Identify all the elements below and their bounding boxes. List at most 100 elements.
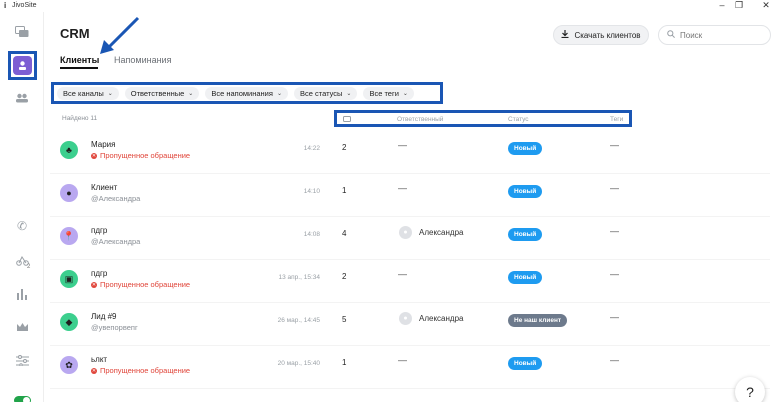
avatar: ♣ xyxy=(60,141,78,159)
row-subtitle: @увепорвепг xyxy=(91,323,138,332)
responsible-empty: — xyxy=(398,355,407,365)
row-subtitle: @Александра xyxy=(91,237,140,246)
settings-sliders-icon[interactable] xyxy=(14,352,30,368)
chevron-down-icon: ⌄ xyxy=(107,90,113,97)
last-activity-time: 14:10 xyxy=(303,188,320,195)
tags-empty: — xyxy=(610,355,619,365)
status-badge[interactable]: Новый xyxy=(508,271,543,284)
sidebar: ✆ 2 xyxy=(0,12,44,402)
help-button[interactable]: ? xyxy=(735,377,765,402)
row-subtitle: ✕ Пропущенное обращение xyxy=(91,366,190,375)
crm-icon xyxy=(13,56,32,75)
client-name[interactable]: Мария xyxy=(91,140,115,149)
last-activity-time: 20 мар., 15:40 xyxy=(277,360,320,367)
filter-bar: Все каналы ⌄ Ответственные ⌄ Все напоминан… xyxy=(51,82,443,104)
row-subtitle-text: @Александра xyxy=(91,194,141,203)
last-activity-time: 14:22 xyxy=(303,145,320,152)
missed-icon: ✕ xyxy=(91,281,97,288)
column-tags[interactable]: Теги xyxy=(610,116,623,123)
crown-icon[interactable] xyxy=(14,319,30,335)
filter-label: Все каналы xyxy=(63,88,104,98)
avatar: ● xyxy=(60,184,78,202)
search-icon xyxy=(667,30,675,40)
missed-icon: ✕ xyxy=(91,152,97,159)
avatar: ▣ xyxy=(60,270,78,288)
table-row[interactable]: ♣ Мария ✕ Пропущенное обращение 14:22 2 —… xyxy=(50,131,770,174)
status-badge[interactable]: Новый xyxy=(508,185,543,198)
last-activity-time: 26 мар., 14:45 xyxy=(277,317,320,324)
status-badge[interactable]: Новый xyxy=(508,228,543,241)
tags-empty: — xyxy=(610,269,619,279)
tab-reminders[interactable]: Напоминания xyxy=(114,55,171,65)
table-row[interactable]: ● Клиент @Александра 14:10 1 — Новый — xyxy=(50,174,770,217)
table-row[interactable]: ✿ ьлкт ✕ Пропущенное обращение 20 мар., 1… xyxy=(50,346,770,389)
window-title: JivoSite xyxy=(12,2,37,9)
client-name[interactable]: пдгр xyxy=(91,226,107,235)
avatar: ✿ xyxy=(60,356,78,374)
filter-label: Ответственные xyxy=(130,88,185,98)
client-name[interactable]: Клиент xyxy=(91,183,117,192)
table-row[interactable]: 📍 пдгр @Александра 14:08 4 ● Александра Н… xyxy=(50,217,770,260)
status-badge[interactable]: Не наш клиент xyxy=(508,314,568,327)
message-count: 4 xyxy=(342,229,347,238)
client-name[interactable]: пдгр xyxy=(91,269,107,278)
table-row[interactable]: ◆ Лид #9 @увепорвепг 26 мар., 14:45 5 ● А… xyxy=(50,303,770,346)
status-badge[interactable]: Новый xyxy=(508,142,543,155)
title-bar: i JivoSite – ❐ ✕ xyxy=(0,0,778,12)
row-subtitle: ✕ Пропущенное обращение xyxy=(91,151,190,160)
filter-responsible[interactable]: Ответственные ⌄ xyxy=(124,86,200,100)
search-box[interactable] xyxy=(658,25,771,45)
download-icon xyxy=(561,30,569,40)
analytics-icon[interactable] xyxy=(14,286,30,302)
row-subtitle-text: Пропущенное обращение xyxy=(100,151,191,160)
avatar: ◆ xyxy=(60,313,78,331)
filter-reminders[interactable]: Все напоминания ⌄ xyxy=(205,86,288,100)
message-count: 1 xyxy=(342,186,347,195)
filter-label: Все теги xyxy=(369,88,399,98)
minimize-icon[interactable]: – xyxy=(714,0,730,12)
team-icon[interactable] xyxy=(14,90,30,106)
responsible-cell: ● Александра xyxy=(399,312,463,325)
responsible-name: Александра xyxy=(419,314,464,323)
chevron-down-icon: ⌄ xyxy=(346,90,352,97)
export-clients-button[interactable]: Скачать клиентов xyxy=(553,25,649,45)
active-tab-underline xyxy=(60,67,98,69)
close-icon[interactable]: ✕ xyxy=(758,0,774,12)
column-header: Ответственный Статус Теги xyxy=(334,110,632,127)
sidebar-item-crm[interactable] xyxy=(8,51,37,80)
filter-channels[interactable]: Все каналы ⌄ xyxy=(57,86,119,100)
last-activity-time: 14:08 xyxy=(303,231,320,238)
tags-empty: — xyxy=(610,140,619,150)
message-count: 2 xyxy=(342,143,347,152)
tab-clients[interactable]: Клиенты xyxy=(60,55,99,69)
row-subtitle-text: @увепорвепг xyxy=(91,323,138,332)
filter-statuses[interactable]: Все статусы ⌄ xyxy=(293,86,358,100)
column-responsible[interactable]: Ответственный xyxy=(397,116,443,123)
search-input[interactable] xyxy=(680,30,760,40)
table-row[interactable]: ▣ пдгр ✕ Пропущенное обращение 13 апр., 1… xyxy=(50,260,770,303)
messages-column-icon xyxy=(343,116,351,125)
tab-reminders-label: Напоминания xyxy=(114,55,172,65)
online-status-toggle[interactable] xyxy=(14,396,31,402)
responsible-name: Александра xyxy=(419,228,464,237)
filter-label: Все напоминания xyxy=(211,88,273,98)
responsible-empty: — xyxy=(398,140,407,150)
chevron-down-icon: ⌄ xyxy=(276,90,282,97)
annotation-arrow-icon xyxy=(100,16,140,54)
row-subtitle-text: @Александра xyxy=(91,237,141,246)
client-name[interactable]: Лид #9 xyxy=(91,312,117,321)
phone-icon[interactable]: ✆ xyxy=(14,218,30,234)
chats-icon[interactable] xyxy=(14,24,30,40)
notification-badge: 2 xyxy=(27,264,31,270)
column-status[interactable]: Статус xyxy=(508,116,529,123)
status-badge[interactable]: Новый xyxy=(508,357,543,370)
avatar: 📍 xyxy=(60,227,78,245)
client-name[interactable]: ьлкт xyxy=(91,355,107,364)
restore-icon[interactable]: ❐ xyxy=(731,0,747,12)
chevron-down-icon: ⌄ xyxy=(402,90,408,97)
tags-empty: — xyxy=(610,312,619,322)
operator-avatar-icon: ● xyxy=(399,312,412,325)
filter-tags[interactable]: Все теги ⌄ xyxy=(363,86,414,100)
missed-icon: ✕ xyxy=(91,367,97,374)
responsible-cell: ● Александра xyxy=(399,226,463,239)
